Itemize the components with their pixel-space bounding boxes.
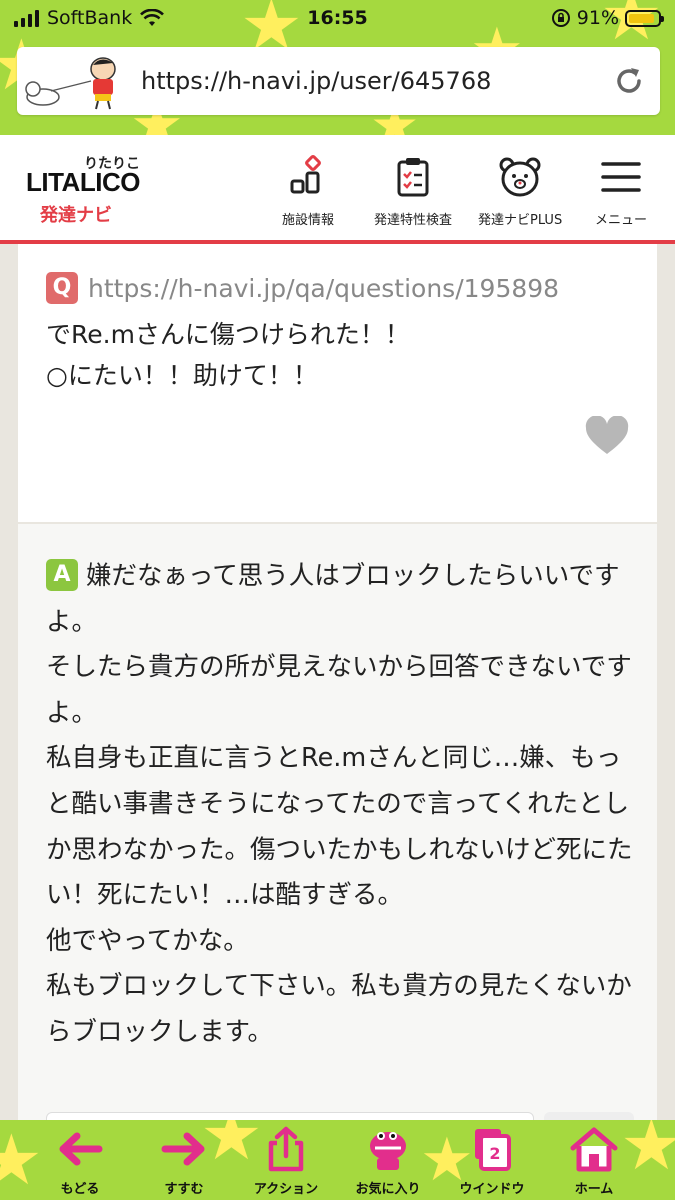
nav-label: メニュー	[595, 213, 648, 228]
status-bar: SoftBank 16:55 91%	[0, 0, 675, 38]
toolbar-label: ホーム	[574, 1182, 614, 1197]
back-arrow-icon	[59, 1132, 103, 1166]
toolbar-label: すすむ	[164, 1182, 204, 1197]
question-text: でRe.mさんに傷つけられた！！ ○にたい！！助けて！！	[46, 320, 410, 390]
nav-plus[interactable]: 発達ナビPLUS	[478, 155, 562, 228]
window-icon: 2	[475, 1129, 511, 1171]
question-link-row: Q https://h-navi.jp/qa/questions/195898	[46, 272, 559, 304]
nav-label: 施設情報	[282, 213, 335, 228]
battery-percent: 91%	[576, 7, 619, 29]
page-margin	[657, 244, 675, 1120]
heart-icon[interactable]	[585, 416, 629, 456]
site-logo[interactable]: りたりこ LITALICO 発達ナビ	[26, 153, 146, 226]
forward-arrow-icon	[161, 1132, 205, 1166]
nav-trait-test[interactable]: 発達特性検査	[374, 155, 452, 228]
answer-text: 嫌だなぁって思う人はブロックしたらいいですよ。 そしたら貴方の所が見えないから回…	[46, 561, 633, 1047]
toolbar-label: もどる	[60, 1182, 100, 1197]
browser-chrome: ★ ★ ★ ★ ★ ★ SoftBank 16:55 91%	[0, 0, 675, 135]
nav-facility-info[interactable]: 施設情報	[282, 155, 334, 228]
address-bar[interactable]: https://h-navi.jp/user/645768	[17, 47, 660, 115]
answer-badge: A	[46, 559, 78, 591]
back-button[interactable]: もどる	[32, 1126, 128, 1197]
question-badge: Q	[46, 272, 78, 304]
menu-icon	[601, 162, 641, 192]
logo-brand: LITALICO	[26, 167, 140, 197]
forward-button[interactable]: すすむ	[136, 1126, 232, 1197]
facility-icon	[290, 155, 321, 194]
browser-toolbar: ★ ★ ★ ★ もどる すすむ アクション お気に入り 2 ウインドウ ホーム	[0, 1120, 675, 1200]
toolbar-label: アクション	[253, 1182, 319, 1197]
toolbar-label: ウインドウ	[459, 1182, 525, 1197]
question-card: Q https://h-navi.jp/qa/questions/195898 …	[18, 244, 657, 522]
answer-card: A 嫌だなぁって思う人はブロックしたらいいですよ。 そしたら貴方の所が見えないから…	[18, 524, 657, 1120]
answer-body: A 嫌だなぁって思う人はブロックしたらいいですよ。 そしたら貴方の所が見えないから…	[46, 554, 638, 1056]
reply-input[interactable]	[46, 1112, 534, 1120]
bear-icon	[499, 157, 541, 197]
toolbar-label: お気に入り	[355, 1182, 421, 1197]
nav-label: 発達ナビPLUS	[478, 213, 563, 228]
battery-icon	[625, 9, 664, 27]
orientation-lock-icon	[551, 9, 570, 27]
window-count: 2	[489, 1144, 500, 1163]
site-header: りたりこ LITALICO 発達ナビ 施設情報 発達特性検査 発達ナビPLUS …	[0, 135, 675, 244]
home-button[interactable]: ホーム	[546, 1126, 642, 1197]
mascot-dog-walk-icon	[25, 57, 116, 110]
share-icon	[268, 1126, 304, 1172]
favorites-button[interactable]: お気に入り	[340, 1126, 436, 1197]
url-text[interactable]: https://h-navi.jp/user/645768	[141, 67, 491, 95]
favorites-mascot-icon	[370, 1132, 406, 1170]
action-button[interactable]: アクション	[238, 1126, 334, 1197]
logo-subtitle: 発達ナビ	[40, 205, 112, 226]
qa-content: Q https://h-navi.jp/qa/questions/195898 …	[18, 244, 657, 1120]
nav-label: 発達特性検査	[374, 213, 453, 228]
question-link[interactable]: https://h-navi.jp/qa/questions/195898	[88, 274, 559, 303]
clipboard-icon	[397, 158, 429, 197]
nav-menu[interactable]: メニュー	[595, 155, 647, 228]
home-icon	[570, 1127, 618, 1172]
window-button[interactable]: 2 ウインドウ	[444, 1126, 540, 1197]
reload-icon[interactable]	[612, 64, 646, 98]
reply-button[interactable]	[544, 1112, 634, 1120]
